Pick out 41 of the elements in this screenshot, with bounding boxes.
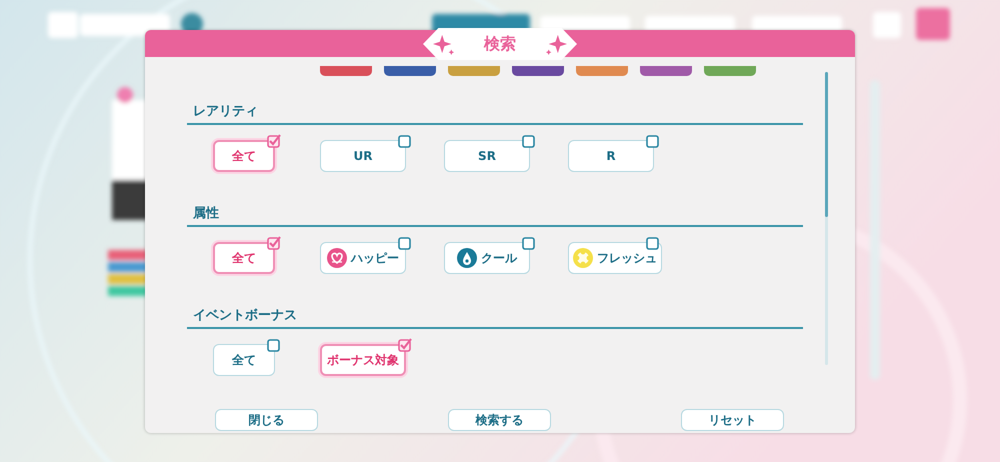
option-toggle[interactable]: 全て <box>213 140 275 172</box>
option-toggle[interactable]: 全て <box>213 344 275 376</box>
scrollbar[interactable] <box>825 72 828 365</box>
checkbox[interactable] <box>646 134 660 148</box>
option-toggle[interactable]: SR <box>444 140 530 172</box>
dialog-button[interactable]: 閉じる <box>215 409 318 431</box>
checkbox[interactable] <box>522 134 536 148</box>
checkbox[interactable] <box>398 134 412 148</box>
option-toggle[interactable]: UR <box>320 140 406 172</box>
dialog-button[interactable]: リセット <box>681 409 784 431</box>
status-bars <box>108 250 148 296</box>
option-toggle[interactable]: クール <box>444 242 530 274</box>
filter-chip[interactable] <box>384 66 436 76</box>
dialog-button[interactable]: 検索する <box>448 409 551 431</box>
section-title: イベントボーナス <box>192 308 298 324</box>
filter-chip[interactable] <box>576 66 628 76</box>
checkbox[interactable] <box>398 236 412 250</box>
checked-checkbox[interactable] <box>267 236 281 250</box>
checkbox[interactable] <box>646 236 660 250</box>
filter-chip[interactable] <box>512 66 564 76</box>
option-toggle[interactable]: 全て <box>213 242 275 274</box>
menu-button[interactable] <box>916 8 950 40</box>
checkbox[interactable] <box>267 338 281 352</box>
section-title: 属性 <box>192 206 220 222</box>
checkbox[interactable] <box>522 236 536 250</box>
option-toggle[interactable]: R <box>568 140 654 172</box>
dialog-title: 検索 <box>484 34 516 54</box>
option-toggle[interactable]: フレッシュ <box>568 242 662 274</box>
option-toggle[interactable]: ハッピー <box>320 242 406 274</box>
filter-chip[interactable] <box>448 66 500 76</box>
drop-icon <box>457 248 477 268</box>
checked-checkbox[interactable] <box>398 338 412 352</box>
checked-checkbox[interactable] <box>267 134 281 148</box>
filter-chip[interactable] <box>640 66 692 76</box>
option-toggle[interactable]: ボーナス対象 <box>320 344 406 376</box>
filter-chip[interactable] <box>704 66 756 76</box>
sparkle-icon <box>545 33 567 55</box>
section-title: レアリティ <box>192 104 259 120</box>
sparkle-icon <box>433 33 455 55</box>
flower-icon <box>573 248 593 268</box>
filter-chip[interactable] <box>320 66 372 76</box>
